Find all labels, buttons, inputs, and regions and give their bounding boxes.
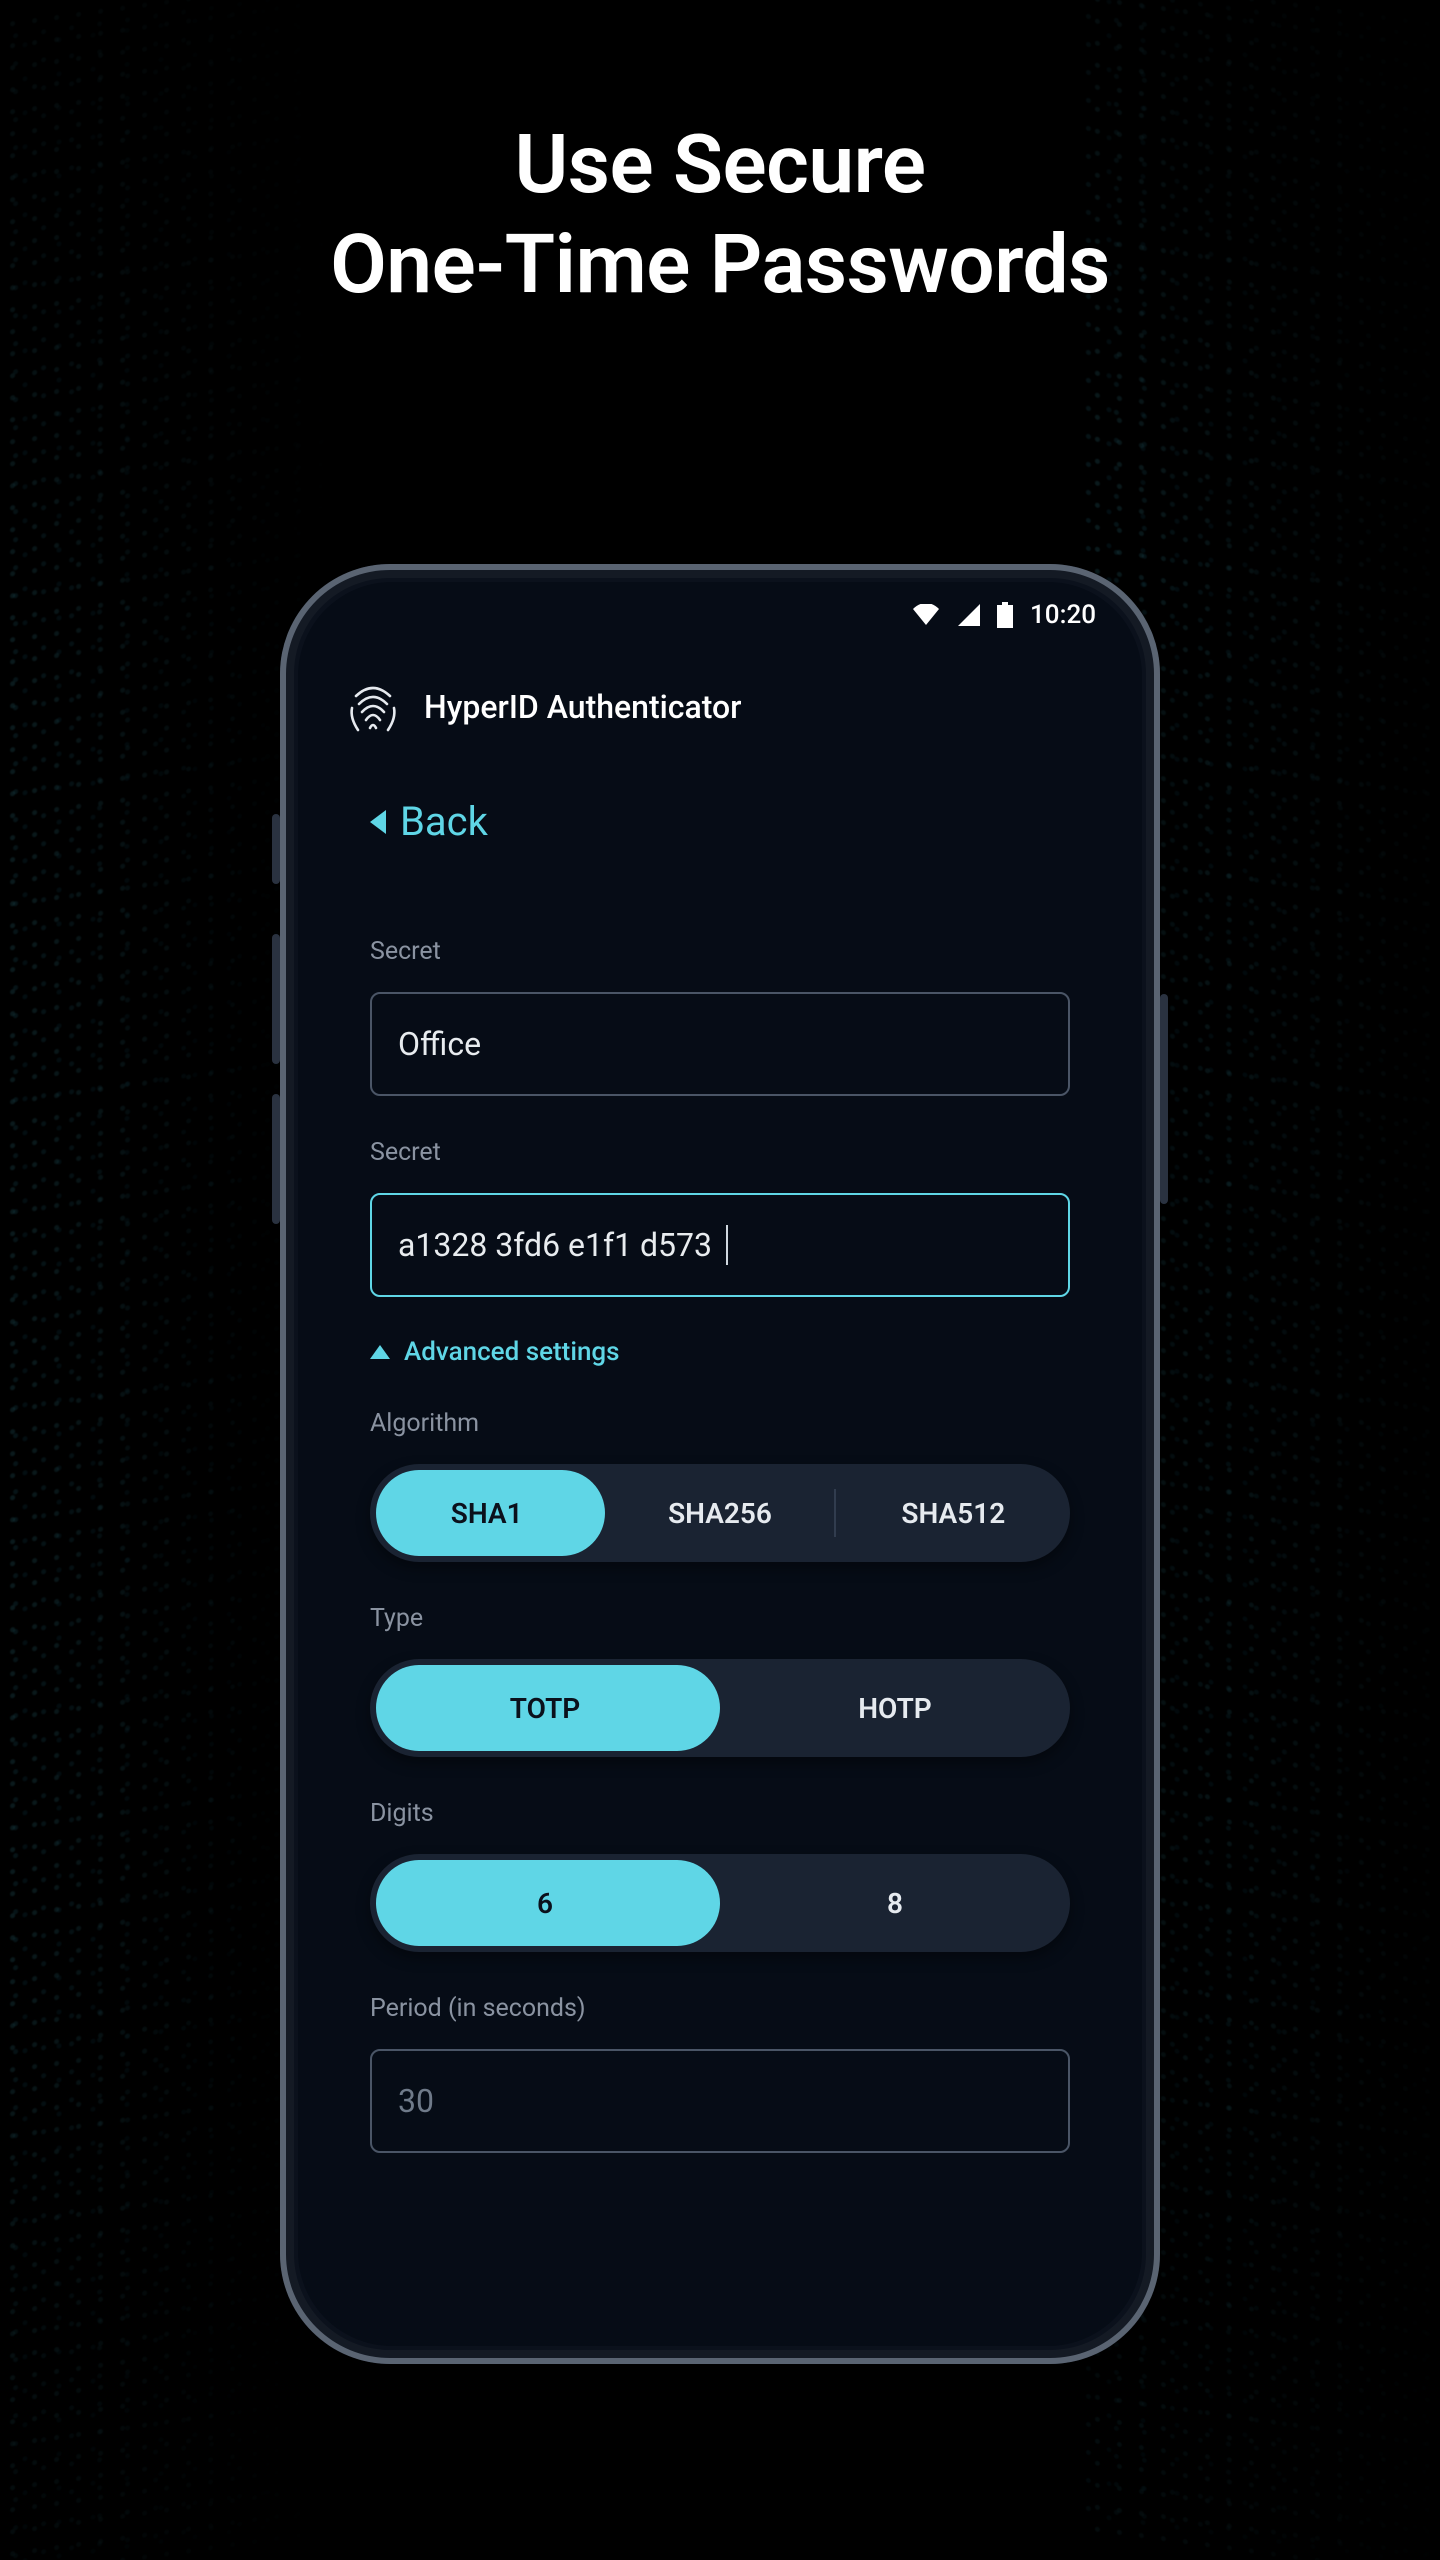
fingerprint-icon <box>344 678 402 736</box>
field-label-secret: Secret <box>370 1138 1070 1167</box>
text-cursor <box>726 1225 728 1265</box>
field-label-period: Period (in seconds) <box>370 1994 1070 2023</box>
promo-headline-line2: One-Time Passwords <box>330 217 1110 313</box>
phone-side-button <box>1160 994 1168 1204</box>
back-button[interactable]: Back <box>370 798 488 845</box>
phone-side-button <box>272 814 280 884</box>
battery-icon <box>996 602 1014 628</box>
status-bar: 10:20 <box>912 600 1096 630</box>
phone-side-button <box>272 934 280 1064</box>
status-time: 10:20 <box>1030 600 1096 630</box>
name-input[interactable]: Office <box>370 992 1070 1096</box>
app-title: HyperID Authenticator <box>424 688 741 726</box>
digits-option-8[interactable]: 8 <box>720 1854 1070 1952</box>
type-selector: TOTP HOTP <box>370 1659 1070 1757</box>
algorithm-option-sha1[interactable]: SHA1 <box>370 1464 603 1562</box>
type-option-totp[interactable]: TOTP <box>370 1659 720 1757</box>
secret-input[interactable]: a1328 3fd6 e1f1 d573 <box>370 1193 1070 1297</box>
algorithm-option-sha256[interactable]: SHA256 <box>603 1464 836 1562</box>
chevron-up-icon <box>370 1345 390 1359</box>
name-value: Office <box>398 1025 481 1063</box>
back-label: Back <box>400 798 488 845</box>
field-label-digits: Digits <box>370 1799 1070 1828</box>
phone-frame: 10:20 HyperID Authenticator <box>280 564 1160 2364</box>
digits-option-6[interactable]: 6 <box>370 1854 720 1952</box>
promo-headline-line1: Use Secure <box>514 117 925 213</box>
phone-screen: 10:20 HyperID Authenticator <box>298 582 1142 2346</box>
form-content: Back Secret Office Secret a1328 3fd6 e1f… <box>370 782 1070 2346</box>
secret-value: a1328 3fd6 e1f1 d573 <box>398 1226 712 1264</box>
chevron-left-icon <box>370 810 386 834</box>
field-label-name: Secret <box>370 937 1070 966</box>
field-label-type: Type <box>370 1604 1070 1633</box>
field-label-algorithm: Algorithm <box>370 1409 1070 1438</box>
period-value: 30 <box>398 2082 434 2120</box>
period-input[interactable]: 30 <box>370 2049 1070 2153</box>
type-option-hotp[interactable]: HOTP <box>720 1659 1070 1757</box>
algorithm-selector: SHA1 SHA256 SHA512 <box>370 1464 1070 1562</box>
phone-side-button <box>272 1094 280 1224</box>
promo-headline: Use Secure One-Time Passwords <box>0 115 1440 315</box>
advanced-settings-toggle[interactable]: Advanced settings <box>370 1337 620 1367</box>
wifi-icon <box>912 604 940 626</box>
advanced-label: Advanced settings <box>404 1337 620 1367</box>
algorithm-option-sha512[interactable]: SHA512 <box>837 1464 1070 1562</box>
app-header: HyperID Authenticator <box>344 678 741 736</box>
cellular-icon <box>956 604 980 626</box>
digits-selector: 6 8 <box>370 1854 1070 1952</box>
